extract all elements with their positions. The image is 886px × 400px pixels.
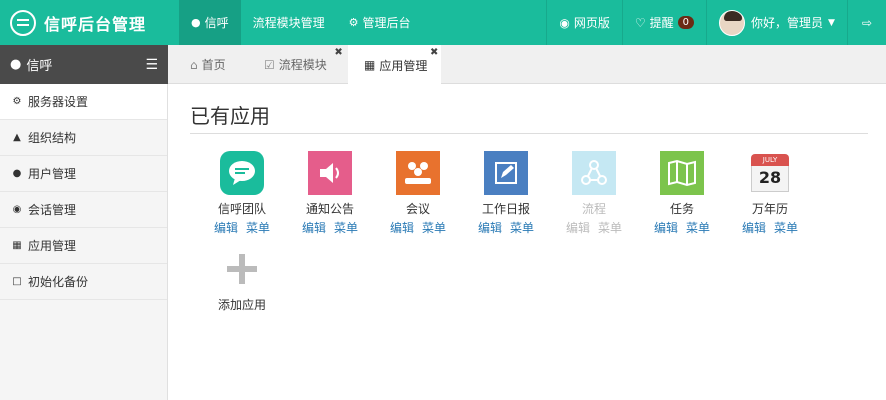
add-app-label: 添加应用: [217, 298, 266, 312]
sidebar-item-server-settings[interactable]: ⚙ 服务器设置: [0, 84, 167, 120]
megaphone-icon[interactable]: [308, 151, 352, 195]
app-menu-link[interactable]: 菜单: [334, 221, 358, 235]
app-item: JULY 28 万年历 编辑 菜单: [736, 151, 804, 236]
calendar-month: JULY: [751, 154, 789, 166]
tab-close-icon[interactable]: ✖: [430, 47, 438, 58]
nav-item-admin[interactable]: ⚙ 管理后台: [337, 0, 423, 45]
user-icon: ●: [12, 168, 22, 179]
app-edit-link[interactable]: 编辑: [566, 221, 590, 235]
chat-logo-icon: [10, 9, 36, 36]
calendar-day: 28: [751, 166, 789, 192]
app-menu-link[interactable]: 菜单: [598, 221, 622, 235]
user-menu[interactable]: 你好，管理员 ▼: [706, 0, 847, 45]
tab-bar: ⌂ 首页 ☑ 流程模块 ✖ ▦ 应用管理 ✖: [168, 45, 886, 85]
greeting: 你好，管理员: [751, 16, 824, 30]
app-edit-link[interactable]: 编辑: [654, 221, 678, 235]
bell-icon: ♡: [634, 15, 646, 30]
calendar-icon[interactable]: JULY 28: [748, 151, 792, 195]
chat-bubble-icon: ●: [191, 16, 201, 29]
app-edit-link[interactable]: 编辑: [478, 221, 502, 235]
web-version-button[interactable]: ◉ 网页版: [546, 0, 622, 45]
app-item: 任务 编辑 菜单: [648, 151, 716, 236]
divider: [190, 133, 868, 134]
nav-item-flow-module[interactable]: 流程模块管理: [241, 0, 337, 45]
comments-icon: ●: [10, 57, 22, 72]
sidebar-item-user-management[interactable]: ● 用户管理: [0, 156, 167, 192]
add-app-button[interactable]: 添加应用: [208, 247, 276, 313]
sidebar-item-app-management[interactable]: ▦ 应用管理: [0, 228, 167, 264]
app-item: 会议 编辑 菜单: [384, 151, 452, 236]
app-name: 通知公告: [305, 202, 354, 216]
app-name: 信呼团队: [217, 202, 266, 216]
tab-home[interactable]: ⌂ 首页: [190, 45, 226, 84]
app-item: 流程 编辑 菜单: [560, 151, 628, 236]
app-item: 工作日报 编辑 菜单: [472, 151, 540, 236]
app-name: 任务: [669, 202, 694, 216]
nav-item-xinhu[interactable]: ● 信呼: [179, 0, 241, 45]
globe-icon: ◉: [559, 15, 570, 30]
reminder-badge: 0: [677, 16, 694, 29]
gear-icon: ⚙: [348, 16, 359, 29]
grid-icon: ▦: [12, 240, 22, 251]
app-edit-link[interactable]: 编辑: [302, 221, 326, 235]
sidebar: ⚙ 服务器设置 ▲ 组织结构 ● 用户管理 ◉ 会话管理 ▦ 应用管理 □ 初始…: [0, 84, 168, 400]
sidebar-item-init-backup[interactable]: □ 初始化备份: [0, 264, 167, 300]
app-menu-link[interactable]: 菜单: [246, 221, 270, 235]
meeting-icon[interactable]: [396, 151, 440, 195]
grid-icon: ▦: [364, 58, 376, 72]
check-square-icon: ☑: [264, 57, 275, 72]
tab-flow-module[interactable]: ☑ 流程模块 ✖: [264, 45, 343, 84]
sitemap-icon: ▲: [13, 132, 21, 143]
logout-button[interactable]: ⇨: [846, 0, 886, 45]
flow-icon[interactable]: [572, 151, 616, 195]
sidebar-header: ● 信呼 ☰: [0, 45, 168, 84]
app-item: 信呼团队 编辑 菜单: [208, 151, 276, 236]
tab-app-management[interactable]: ▦ 应用管理 ✖: [348, 45, 442, 85]
app-item: 通知公告 编辑 菜单: [296, 151, 364, 236]
home-icon: ⌂: [190, 57, 198, 72]
menu-toggle-icon[interactable]: ☰: [145, 57, 158, 73]
top-nav: ● 信呼 流程模块管理 ⚙ 管理后台: [179, 0, 423, 45]
map-icon[interactable]: [660, 151, 704, 195]
plus-icon: [220, 247, 264, 291]
chat-bubble-icon[interactable]: [220, 151, 264, 195]
app-menu-link[interactable]: 菜单: [510, 221, 534, 235]
sidebar-item-org-structure[interactable]: ▲ 组织结构: [0, 120, 167, 156]
page-title: 已有应用: [190, 104, 270, 128]
app-menu-link[interactable]: 菜单: [686, 221, 710, 235]
comments-icon: ◉: [12, 204, 22, 215]
app-edit-link[interactable]: 编辑: [742, 221, 766, 235]
main-content: 已有应用 信呼团队 编辑 菜单 通知公告 编辑 菜单 会议 编辑 菜单 工作日报 编辑…: [168, 84, 886, 400]
brand[interactable]: 信呼后台管理: [0, 0, 168, 45]
top-bar: 信呼后台管理 ● 信呼 流程模块管理 ⚙ 管理后台 ◉ 网页版 ♡ 提醒 0 你…: [0, 0, 886, 45]
app-edit-link[interactable]: 编辑: [214, 221, 238, 235]
brand-title: 信呼后台管理: [44, 14, 147, 34]
sidebar-item-session-management[interactable]: ◉ 会话管理: [0, 192, 167, 228]
app-name: 会议: [405, 202, 430, 216]
app-name: 工作日报: [481, 202, 530, 216]
right-nav: ◉ 网页版 ♡ 提醒 0 你好，管理员 ▼ ⇨: [546, 0, 886, 45]
sign-out-icon: ⇨: [861, 15, 872, 30]
gear-icon: ⚙: [12, 96, 22, 107]
reminder-button[interactable]: ♡ 提醒 0: [621, 0, 706, 45]
avatar: [719, 9, 745, 36]
edit-icon[interactable]: [484, 151, 528, 195]
caret-down-icon: ▼: [828, 17, 835, 28]
bookmark-icon: □: [12, 276, 22, 287]
app-name: 流程: [581, 202, 606, 216]
app-edit-link[interactable]: 编辑: [390, 221, 414, 235]
app-menu-link[interactable]: 菜单: [422, 221, 446, 235]
app-name: 万年历: [751, 202, 788, 216]
tab-close-icon[interactable]: ✖: [334, 47, 342, 58]
app-menu-link[interactable]: 菜单: [774, 221, 798, 235]
